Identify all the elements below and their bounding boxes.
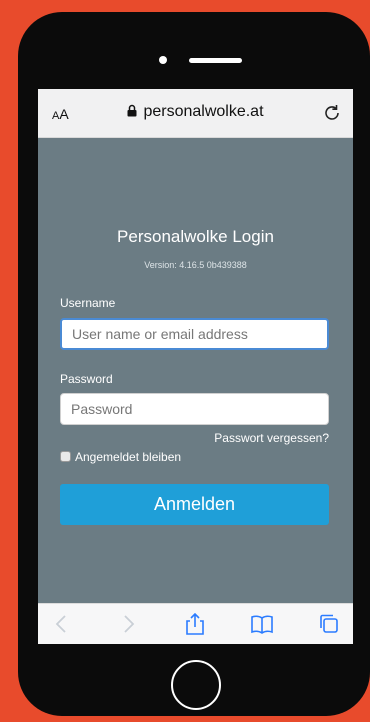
password-label: Password xyxy=(60,372,113,386)
browser-toolbar xyxy=(38,603,353,644)
login-button[interactable]: Anmelden xyxy=(60,484,329,525)
username-input[interactable] xyxy=(60,318,329,350)
earpiece-speaker xyxy=(189,58,242,63)
home-button[interactable] xyxy=(171,660,221,710)
lock-icon xyxy=(127,104,137,122)
share-icon[interactable] xyxy=(183,613,207,635)
remember-me-checkbox[interactable] xyxy=(60,451,71,462)
browser-screen: AA personalwolke.at Personalwolke Login … xyxy=(38,89,353,644)
remember-me-label[interactable]: Angemeldet bleiben xyxy=(75,450,181,464)
front-camera xyxy=(159,56,167,64)
username-label: Username xyxy=(60,296,116,310)
login-title: Personalwolke Login xyxy=(117,227,274,246)
back-icon[interactable] xyxy=(50,613,74,635)
address-bar[interactable]: AA personalwolke.at xyxy=(38,89,353,138)
forward-icon[interactable] xyxy=(116,613,140,635)
password-input[interactable] xyxy=(60,393,329,425)
url-display[interactable]: personalwolke.at xyxy=(38,103,353,122)
url-text: personalwolke.at xyxy=(143,103,264,120)
bookmarks-icon[interactable] xyxy=(250,613,274,635)
reload-icon[interactable] xyxy=(321,102,343,124)
version-text: Version: 4.16.5 0b439388 xyxy=(144,260,247,270)
forgot-password-link[interactable]: Passwort vergessen? xyxy=(214,431,329,445)
tabs-icon[interactable] xyxy=(317,613,341,635)
